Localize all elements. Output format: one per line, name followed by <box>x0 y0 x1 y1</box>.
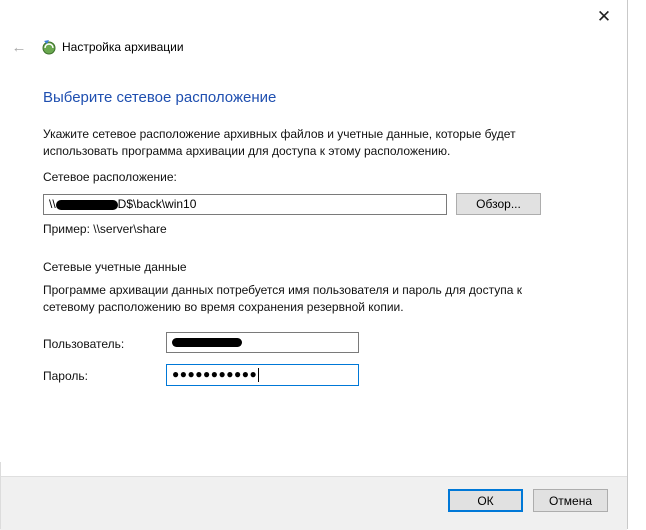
network-location-label-text: Сетевое расположение: <box>43 170 177 184</box>
ok-button[interactable]: ОК <box>448 489 523 512</box>
back-arrow-icon[interactable]: ← <box>10 38 28 56</box>
location-description: Укажите сетевое расположение архивных фа… <box>43 127 516 158</box>
backup-icon <box>42 40 56 55</box>
text-caret <box>258 367 260 382</box>
example-text: Пример: \\server\share <box>43 222 167 236</box>
redacted-server-name <box>55 199 118 210</box>
username-field[interactable] <box>166 332 359 353</box>
backup-settings-dialog: ✕ ← Настройка архивации Выберите сетевое… <box>0 0 628 530</box>
password-field[interactable]: ●●●●●●●●●●● <box>166 364 359 386</box>
password-mask: ●●●●●●●●●●● <box>172 367 258 381</box>
path-prefix: \\ <box>49 197 56 211</box>
password-label: Пароль: <box>43 369 88 383</box>
cancel-button[interactable]: Отмена <box>533 489 608 512</box>
browse-button[interactable]: Обзор... <box>456 193 541 215</box>
close-icon[interactable]: ✕ <box>592 6 616 28</box>
edge-divider <box>0 462 1 529</box>
page-heading: Выберите сетевое расположение <box>43 89 277 106</box>
credentials-description: Программе архивации данных потребуется и… <box>43 283 522 314</box>
network-location-input[interactable]: \\ D$\back\win10 <box>43 194 447 215</box>
network-location-label: Сетевое расположение: <box>43 169 177 186</box>
credentials-section-label: Сетевые учетные данные <box>43 260 187 274</box>
redacted-username <box>172 338 242 348</box>
path-suffix: D$\back\win10 <box>117 197 197 211</box>
window-title: Настройка архивации <box>62 40 184 54</box>
username-label: Пользователь: <box>43 337 125 351</box>
